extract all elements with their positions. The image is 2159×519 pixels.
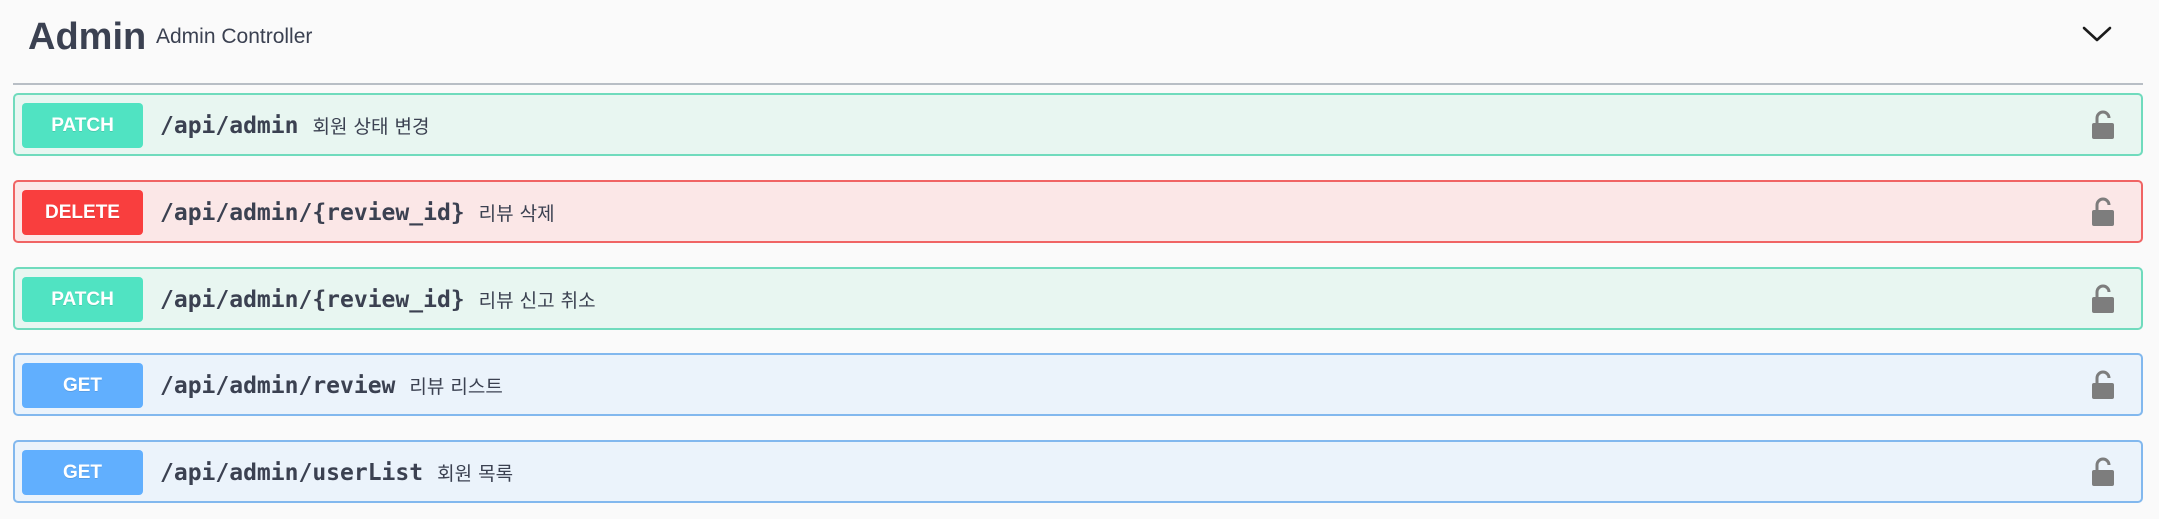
operation-path-row: /api/admin/{review_id} 리뷰 신고 취소 xyxy=(160,285,596,316)
tag-section-header[interactable]: Admin Admin Controller xyxy=(13,0,2143,85)
operation-path: /api/admin/{review_id} xyxy=(160,200,465,226)
operation-path: /api/admin/{review_id} xyxy=(160,287,465,313)
operation-patch-review[interactable]: PATCH /api/admin/{review_id} 리뷰 신고 취소 xyxy=(13,267,2143,330)
operation-path: /api/admin/review xyxy=(160,373,396,399)
operation-path-row: /api/admin 회원 상태 변경 xyxy=(160,111,429,142)
tag-description: Admin Controller xyxy=(156,25,313,48)
operation-path-row: /api/admin/userList 회원 목록 xyxy=(160,458,513,489)
chevron-down-icon[interactable] xyxy=(2080,17,2114,51)
operation-path: /api/admin xyxy=(160,113,299,139)
method-badge: GET xyxy=(22,450,143,495)
lock-icon[interactable] xyxy=(2091,370,2115,400)
operation-summary: 회원 상태 변경 xyxy=(312,116,430,138)
operation-path: /api/admin/userList xyxy=(160,460,424,486)
tag-title: Admin xyxy=(28,16,147,58)
operation-get-userlist[interactable]: GET /api/admin/userList 회원 목록 xyxy=(13,440,2143,503)
operation-summary: 리뷰 리스트 xyxy=(409,376,503,398)
operation-summary: 리뷰 삭제 xyxy=(478,203,555,225)
lock-icon[interactable] xyxy=(2091,110,2115,140)
method-badge: PATCH xyxy=(22,277,143,322)
operation-patch-admin[interactable]: PATCH /api/admin 회원 상태 변경 xyxy=(13,93,2143,156)
method-badge: DELETE xyxy=(22,190,143,235)
operation-get-review[interactable]: GET /api/admin/review 리뷰 리스트 xyxy=(13,353,2143,416)
operation-summary: 리뷰 신고 취소 xyxy=(478,290,596,312)
operation-path-row: /api/admin/review 리뷰 리스트 xyxy=(160,371,503,402)
operation-path-row: /api/admin/{review_id} 리뷰 삭제 xyxy=(160,198,555,229)
method-badge: GET xyxy=(22,363,143,408)
operation-delete-review[interactable]: DELETE /api/admin/{review_id} 리뷰 삭제 xyxy=(13,180,2143,243)
lock-icon[interactable] xyxy=(2091,457,2115,487)
operation-summary: 회원 목록 xyxy=(437,463,514,485)
lock-icon[interactable] xyxy=(2091,197,2115,227)
swagger-page: Admin Admin Controller PATCH /api/admin 회… xyxy=(0,0,2159,519)
lock-icon[interactable] xyxy=(2091,284,2115,314)
method-badge: PATCH xyxy=(22,103,143,148)
